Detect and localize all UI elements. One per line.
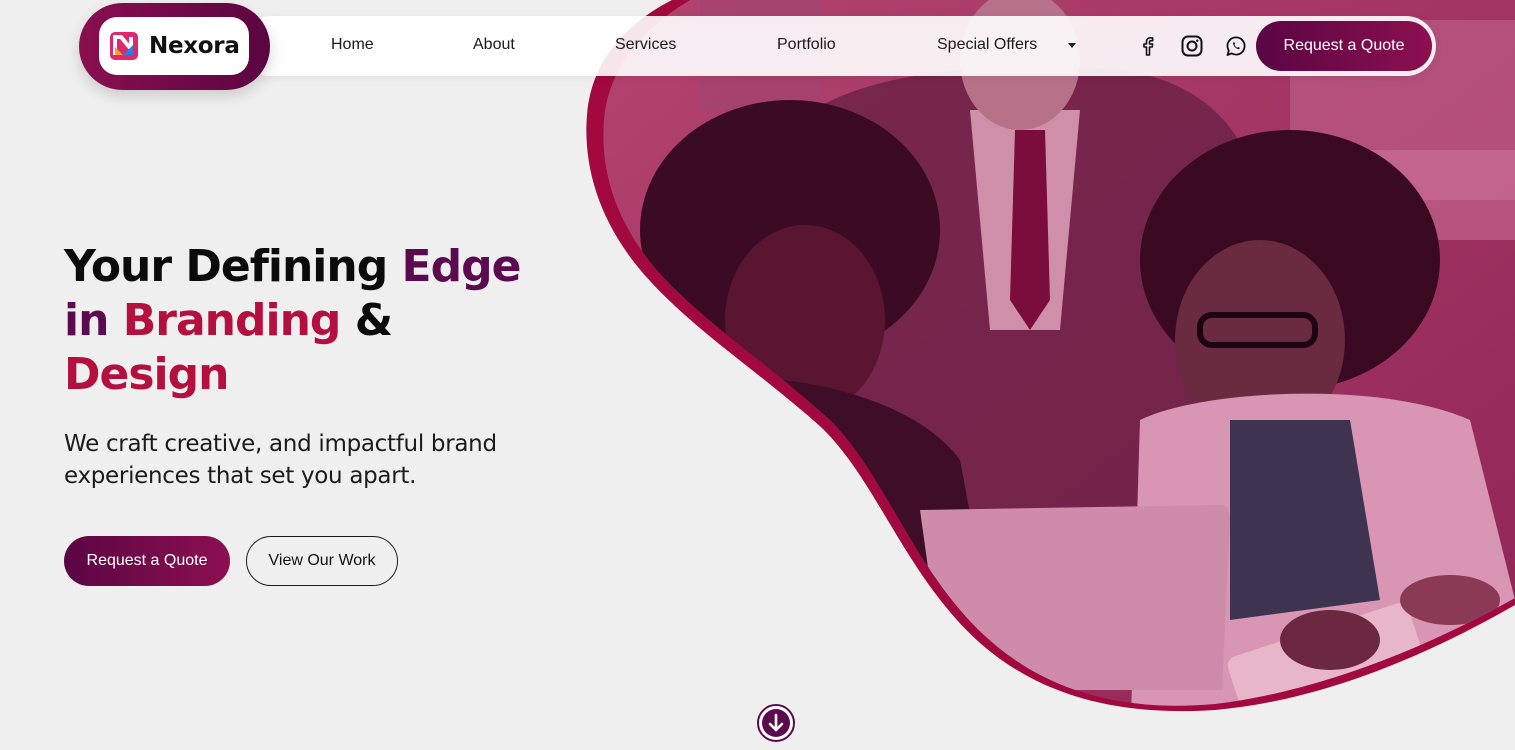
- headline-highlight-branding: Branding: [122, 295, 342, 346]
- brand-name: Nexora: [149, 33, 240, 59]
- nexora-logo-mark-icon: [110, 32, 138, 60]
- facebook-icon[interactable]: [1135, 33, 1161, 59]
- hero-headline: Your Defining Edge in Branding & Design: [64, 240, 584, 402]
- arrow-down-circle-icon[interactable]: [756, 703, 796, 743]
- hero-subtitle: We craft creative, and impactful brand e…: [64, 431, 497, 489]
- navbar: Home About Services Portfolio Special Of…: [240, 16, 1436, 76]
- headline-highlight-edge: Edge: [401, 241, 522, 292]
- request-quote-button[interactable]: Request a Quote: [64, 536, 230, 586]
- view-our-work-button[interactable]: View Our Work: [246, 536, 398, 586]
- instagram-icon[interactable]: [1179, 33, 1205, 59]
- logo-container: Nexora: [99, 17, 249, 75]
- headline-part: Your Defining: [64, 241, 402, 292]
- nav-item-about[interactable]: About: [473, 36, 515, 54]
- request-quote-button-nav[interactable]: Request a Quote: [1256, 21, 1432, 71]
- nav-item-special-offers[interactable]: Special Offers: [937, 36, 1037, 54]
- nav-item-home[interactable]: Home: [331, 36, 374, 54]
- nav-item-services[interactable]: Services: [615, 36, 676, 54]
- logo-link[interactable]: Nexora: [79, 3, 270, 90]
- page: Nexora Home About Services Portfolio Spe…: [0, 0, 1515, 750]
- whatsapp-icon[interactable]: [1223, 33, 1249, 59]
- headline-part: in: [64, 295, 123, 346]
- chevron-down-icon[interactable]: [1068, 43, 1076, 48]
- headline-part: &: [340, 295, 393, 346]
- nav-item-portfolio[interactable]: Portfolio: [777, 36, 836, 54]
- headline-highlight-design: Design: [64, 349, 229, 400]
